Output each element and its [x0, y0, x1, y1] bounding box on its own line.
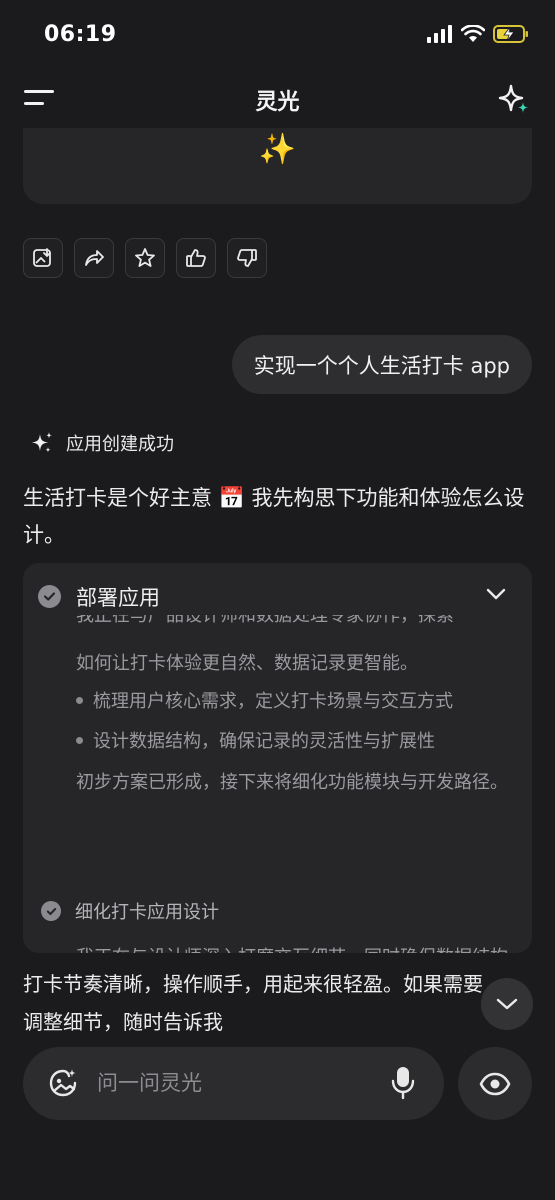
list-item-text: 设计数据结构，确保记录的灵活性与扩展性 [93, 731, 435, 752]
signal-icon [427, 25, 452, 43]
share-icon [85, 250, 104, 266]
save-image-icon [33, 248, 51, 267]
check-circle-icon [38, 585, 61, 608]
user-message-bubble: 实现一个个人生活打卡 app [231, 335, 532, 394]
sparkle-star-icon [498, 84, 528, 113]
status-text: 应用创建成功 [66, 434, 174, 455]
list-item: 梳理用户核心需求，定义打卡场景与交互方式 [76, 687, 453, 713]
favorite-button[interactable] [125, 238, 165, 278]
sub-step-header: 细化打卡应用设计 [41, 898, 219, 924]
scroll-down-button[interactable] [481, 978, 533, 1030]
bullet-dot [76, 736, 83, 744]
eye-icon [479, 1072, 511, 1095]
wifi-icon [461, 25, 485, 42]
sparkle-star-button[interactable] [493, 80, 533, 120]
deploy-title: 部署应用 [76, 586, 160, 610]
list-item: 设计数据结构，确保记录的灵活性与扩展性 [76, 727, 435, 753]
status-time: 06:19 [44, 22, 117, 47]
star-icon [135, 248, 155, 267]
status-bar: 06:19 [0, 0, 555, 70]
thumbs-down-icon [237, 249, 257, 267]
deploy-card-body: 我正在与产品设计师和数据处理专家协作，探索 如何让打卡体验更自然、数据记录更智能… [23, 615, 532, 953]
add-image-button[interactable] [47, 1067, 79, 1103]
battery-charging-icon [493, 25, 528, 43]
chevron-down-icon [496, 998, 518, 1010]
status-icons [427, 24, 529, 44]
message-actions [23, 238, 267, 278]
share-button[interactable] [74, 238, 114, 278]
like-button[interactable] [176, 238, 216, 278]
message-composer [23, 1047, 444, 1120]
chevron-down-icon[interactable] [486, 587, 506, 601]
voice-input-button[interactable] [390, 1065, 416, 1105]
image-sparkle-icon [49, 1069, 77, 1097]
deploy-text-partial: 我正在与产品设计师和数据处理专家协作，探索 [76, 615, 454, 626]
ai-message: 生活打卡是个好主意 📅 我先构思下功能和体验怎么设计。 [23, 486, 525, 547]
sparkles-emoji: ✨ [258, 132, 297, 167]
sub-step-description: 我正在与设计师深入打磨交互细节，同时确保数据结构能灵活支持多种打卡场景。 [76, 940, 516, 953]
microphone-icon [391, 1067, 415, 1100]
final-ai-message: 打卡节奏清晰，操作顺手，用起来很轻盈。如果需要调整细节，随时告诉我 [23, 972, 483, 1034]
preview-button[interactable] [458, 1047, 532, 1120]
message-input[interactable] [97, 1067, 357, 1099]
page-title: 灵光 [255, 90, 300, 115]
sparkles-icon [32, 432, 52, 453]
check-circle-icon [41, 901, 61, 921]
list-item-text: 梳理用户核心需求，定义打卡场景与交互方式 [93, 691, 453, 712]
app-created-status: 应用创建成功 [30, 430, 174, 456]
deploy-text-line: 如何让打卡体验更自然、数据记录更智能。 [76, 653, 418, 674]
deploy-app-card: 部署应用 我正在与产品设计师和数据处理专家协作，探索 如何让打卡体验更自然、数据… [23, 563, 532, 953]
dislike-button[interactable] [227, 238, 267, 278]
save-image-button[interactable] [23, 238, 63, 278]
deploy-summary: 初步方案已形成，接下来将细化功能模块与开发路径。 [76, 772, 508, 793]
nav-bar: 灵光 [0, 70, 555, 130]
bullet-dot [76, 696, 83, 704]
previous-message-card: ✨ [23, 128, 532, 204]
sub-step-title: 细化打卡应用设计 [75, 902, 219, 923]
thumbs-up-icon [186, 249, 206, 267]
